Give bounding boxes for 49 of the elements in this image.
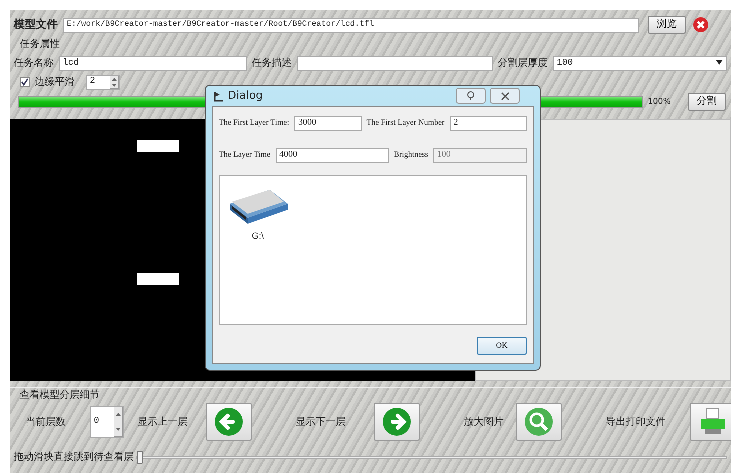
field-label: Brightness xyxy=(394,149,428,161)
search-icon xyxy=(524,407,554,437)
checkbox[interactable] xyxy=(20,77,30,87)
checkbox-label: 边缘平滑 xyxy=(35,76,75,90)
group-title: 查看模型分层细节 xyxy=(19,388,101,402)
progress-reading: 100% xyxy=(648,96,671,108)
group-title: 任务属性 xyxy=(19,38,61,52)
printer-icon xyxy=(698,407,728,437)
field-label: The First Layer Time: xyxy=(219,117,290,129)
spin-box[interactable]: 2 xyxy=(86,74,120,90)
help-button[interactable] xyxy=(456,88,486,104)
field-label: 任务名称 xyxy=(14,57,54,71)
spin-arrows-icon xyxy=(114,407,123,437)
close-button[interactable] xyxy=(490,88,520,104)
text-field[interactable]: 4000 xyxy=(276,148,390,162)
slice-shape xyxy=(137,273,179,285)
slider-handle[interactable] xyxy=(137,450,143,464)
text-field[interactable]: 2 xyxy=(450,116,527,130)
field-label: 模型文件 xyxy=(14,16,58,33)
toolbar-button[interactable] xyxy=(516,403,562,441)
field-label: 当前层数 xyxy=(26,416,67,430)
field-label: 分割层厚度 xyxy=(498,56,548,71)
toolbar-button[interactable] xyxy=(690,403,731,441)
text-field[interactable] xyxy=(297,56,493,71)
close-icon xyxy=(500,92,510,100)
browse-button[interactable]: 浏览 xyxy=(648,16,686,34)
dropdown[interactable]: 100 xyxy=(553,56,727,71)
spin-arrows-icon xyxy=(110,76,119,88)
slice-shape xyxy=(137,140,179,152)
action-label: 放大图片 xyxy=(464,416,505,430)
app-icon xyxy=(212,90,224,102)
path-field[interactable]: E:/work/B9Creator-master/B9Creator-master/Root/B9Creator/lcd.tfl xyxy=(63,18,639,32)
drive-label: G:\ xyxy=(252,230,264,243)
action-label: 显示下一层 xyxy=(296,416,347,430)
toolbar-button[interactable] xyxy=(206,403,252,441)
spin-box[interactable]: 0 xyxy=(90,406,124,438)
text-field[interactable]: lcd xyxy=(59,56,247,71)
action-label: 导出打印文件 xyxy=(606,416,667,430)
text-field[interactable]: 3000 xyxy=(294,116,362,130)
field-label: The Layer Time xyxy=(219,149,271,161)
split-button[interactable]: 分割 xyxy=(688,93,726,111)
ok-button[interactable]: OK xyxy=(477,337,527,355)
close-icon[interactable] xyxy=(693,17,709,33)
slider-label: 拖动滑块直接跳到待查看层 xyxy=(14,450,134,464)
action-label: 显示上一层 xyxy=(138,416,189,430)
field-label: 任务描述 xyxy=(252,56,292,71)
window-title: Dialog xyxy=(228,88,264,104)
toolbar-button[interactable] xyxy=(374,403,420,441)
field-label: The First Layer Number xyxy=(366,117,445,129)
